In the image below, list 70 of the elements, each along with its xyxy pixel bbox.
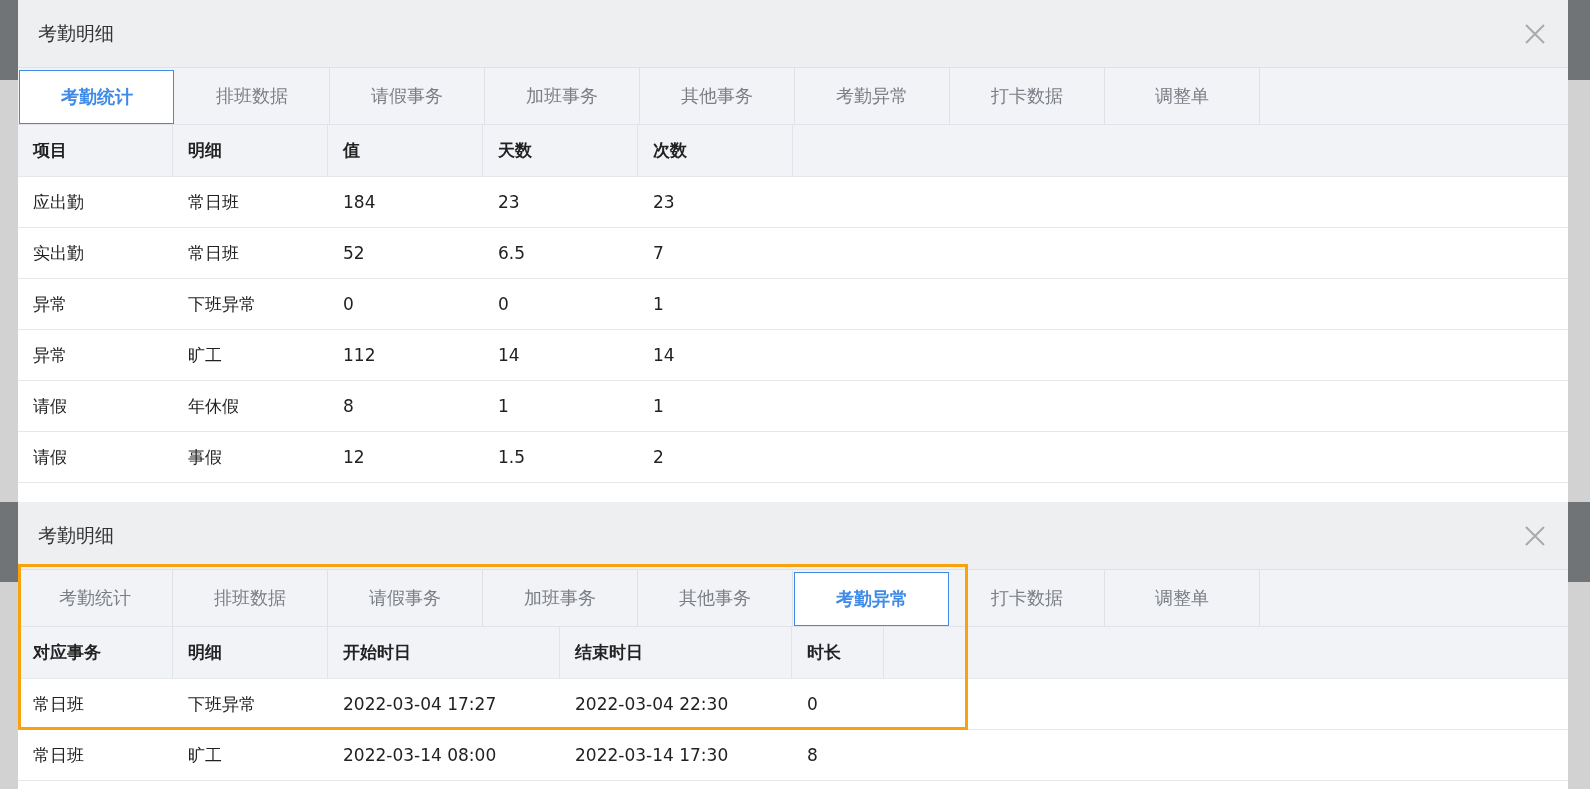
tab[interactable]: 其他事务	[640, 68, 795, 124]
tab[interactable]: 考勤异常	[794, 572, 949, 626]
table-cell-text: 2	[652, 446, 665, 469]
column-header: 次数	[638, 125, 793, 176]
tab[interactable]: 加班事务	[485, 68, 640, 124]
table-cell-text: 请假	[32, 394, 68, 418]
column-header: 开始时日	[328, 627, 560, 678]
column-header: 对应事务	[18, 627, 173, 678]
table-cell-text: 23	[497, 191, 521, 214]
table-cell-text: 事假	[187, 445, 223, 469]
table-cell-text: 旷工	[187, 743, 223, 767]
dialog-title: 考勤明细	[38, 522, 114, 548]
table-cell-text: 23	[652, 191, 676, 214]
table-cell-text: 1	[652, 293, 665, 316]
table-cell-text: 常日班	[187, 190, 240, 214]
table-cell-text: 1	[652, 395, 665, 418]
table-cell-text: 8	[342, 395, 355, 418]
tab[interactable]: 考勤统计	[18, 570, 173, 626]
table-cell-text: 异常	[32, 292, 68, 316]
table-cell-text: 下班异常	[187, 292, 257, 316]
table-cell-text: 常日班	[32, 743, 85, 767]
column-header: 时长	[792, 627, 884, 678]
table-cell-text: 0	[342, 293, 355, 316]
table-cell-text: 旷工	[187, 343, 223, 367]
table-cell-text: 7	[652, 242, 665, 265]
table-cell-text: 6.5	[497, 242, 527, 265]
table-cell-text: 常日班	[32, 692, 85, 716]
table-cell-text: 0	[497, 293, 510, 316]
table-cell-text: 14	[652, 344, 676, 367]
table-cell-text: 0	[806, 693, 819, 716]
column-header: 值	[328, 125, 483, 176]
table-cell-text: 8	[806, 744, 819, 767]
tab[interactable]: 排班数据	[175, 68, 330, 124]
dialog-title: 考勤明细	[38, 20, 114, 46]
tab[interactable]: 加班事务	[483, 570, 638, 626]
table-cell-text: 2022-03-04 17:27	[342, 693, 498, 716]
tab[interactable]: 调整单	[1105, 570, 1260, 626]
tab[interactable]: 请假事务	[328, 570, 483, 626]
tab[interactable]: 打卡数据	[950, 68, 1105, 124]
table-cell-text: 52	[342, 242, 366, 265]
tab[interactable]: 考勤异常	[795, 68, 950, 124]
column-header: 项目	[18, 125, 173, 176]
close-icon[interactable]	[1524, 524, 1546, 547]
column-header: 天数	[483, 125, 638, 176]
column-header: 结束时日	[560, 627, 792, 678]
table-cell-text: 年休假	[187, 394, 240, 418]
table-cell-text: 请假	[32, 445, 68, 469]
tab[interactable]: 其他事务	[638, 570, 793, 626]
table-cell-text: 2022-03-14 08:00	[342, 744, 498, 767]
column-header: 明细	[173, 627, 328, 678]
table-cell-text: 1.5	[497, 446, 527, 469]
table-cell-text: 12	[342, 446, 366, 469]
table-cell-text: 异常	[32, 343, 68, 367]
table-cell-text: 下班异常	[187, 692, 257, 716]
tab[interactable]: 考勤统计	[19, 70, 174, 124]
table-cell-text: 常日班	[187, 241, 240, 265]
table-cell-text: 2022-03-04 22:30	[574, 693, 730, 716]
tab[interactable]: 请假事务	[330, 68, 485, 124]
table-cell-text: 184	[342, 191, 377, 214]
tab[interactable]: 打卡数据	[950, 570, 1105, 626]
table-cell-text: 实出勤	[32, 241, 85, 265]
tab[interactable]: 调整单	[1105, 68, 1260, 124]
table-cell-text: 2022-03-14 17:30	[574, 744, 730, 767]
column-header: 明细	[173, 125, 328, 176]
close-icon[interactable]	[1524, 22, 1546, 45]
table-cell-text: 112	[342, 344, 377, 367]
tab[interactable]: 排班数据	[173, 570, 328, 626]
table-cell-text: 14	[497, 344, 521, 367]
table-cell-text: 应出勤	[32, 190, 85, 214]
table-cell-text: 1	[497, 395, 510, 418]
